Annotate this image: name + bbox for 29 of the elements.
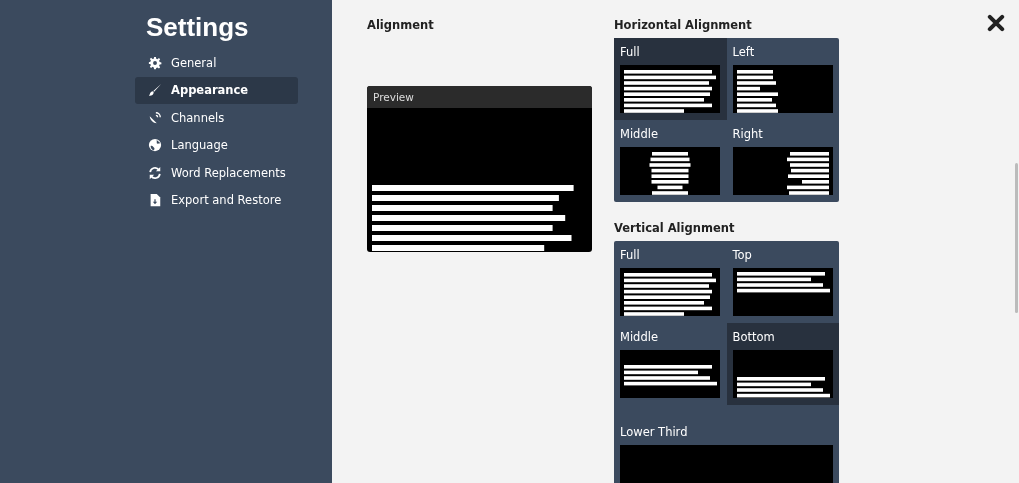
- preview-label: Preview: [367, 86, 592, 108]
- scrollbar[interactable]: [1015, 163, 1018, 313]
- alignment-option[interactable]: Left: [726, 38, 839, 120]
- alignment-option[interactable]: Middle: [614, 323, 727, 405]
- section-heading: Vertical Alignment: [614, 221, 736, 235]
- section-heading: Horizontal Alignment: [614, 18, 753, 32]
- alignment-option[interactable]: Full: [614, 241, 727, 323]
- alignment-option[interactable]: Middle: [614, 120, 727, 202]
- satellite-dish-icon: [148, 110, 162, 125]
- close-icon: [987, 14, 1005, 32]
- file-download-icon: [148, 193, 162, 208]
- gear-icon: [148, 55, 162, 70]
- nav-item[interactable]: Language: [135, 131, 298, 159]
- paintbrush-icon: [148, 83, 162, 98]
- nav-item[interactable]: Appearance: [135, 76, 298, 104]
- close-button[interactable]: [985, 12, 1007, 34]
- refresh-icon: [148, 165, 162, 180]
- nav-item[interactable]: Word Replacements: [135, 159, 298, 187]
- nav-item[interactable]: General: [135, 49, 298, 77]
- alignment-option[interactable]: Right: [726, 120, 839, 202]
- alignment-option[interactable]: Lower Third: [614, 405, 839, 483]
- alignment-option[interactable]: Bottom: [726, 323, 839, 405]
- alignment-option[interactable]: Top: [726, 241, 839, 323]
- nav-item[interactable]: Channels: [135, 104, 298, 132]
- alignment-option[interactable]: Full: [614, 38, 727, 120]
- settings-title: Settings: [146, 12, 250, 43]
- section-heading: Alignment: [367, 18, 435, 32]
- nav-item[interactable]: Export and Restore: [135, 186, 298, 214]
- globe-icon: [148, 138, 162, 153]
